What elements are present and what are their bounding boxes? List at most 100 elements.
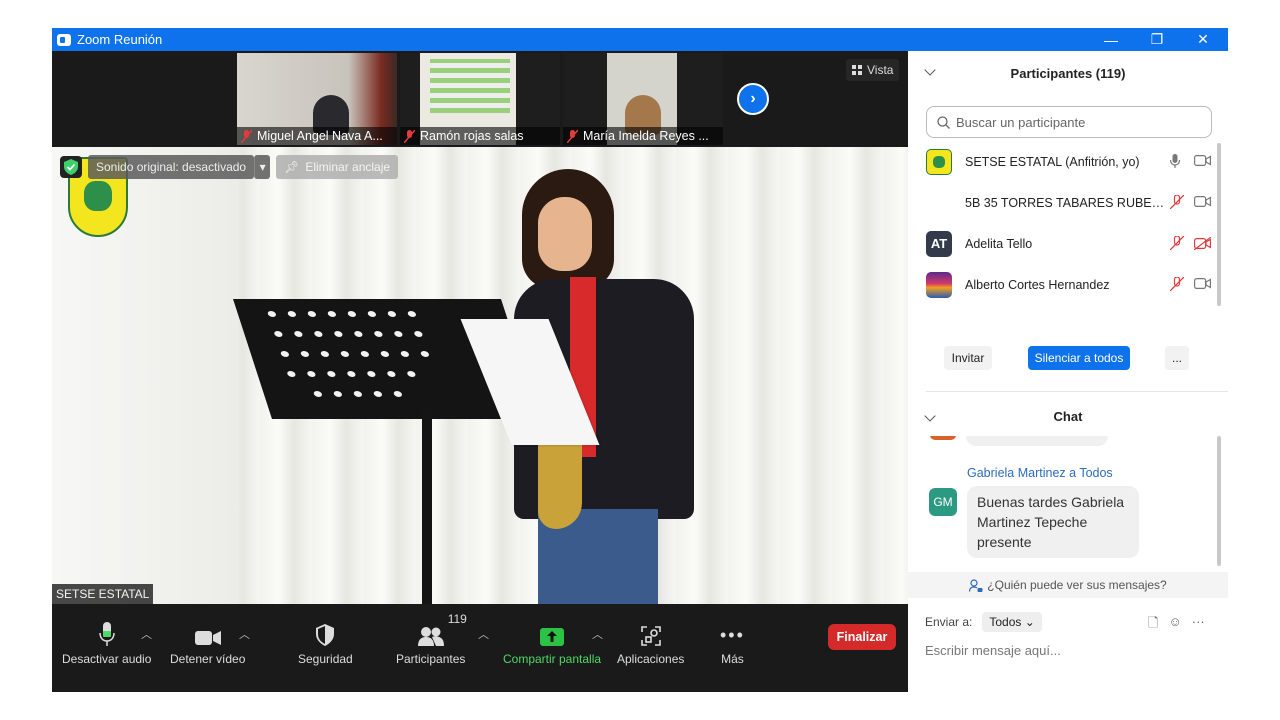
grid-icon	[852, 65, 862, 75]
mic-muted-icon	[404, 129, 415, 143]
more-dots-icon: •••	[720, 625, 745, 645]
apps-icon	[640, 618, 661, 646]
participant-search-input[interactable]: Buscar un participante	[926, 106, 1212, 138]
speaker-name-label: SETSE ESTATAL	[52, 584, 154, 604]
thumbnail-caption: Ramón rojas salas	[400, 127, 560, 145]
close-button[interactable]: ✕	[1180, 28, 1226, 51]
participant-thumbnail[interactable]: Miguel Angel Nava A...	[237, 53, 397, 145]
mic-muted-icon	[1169, 194, 1185, 212]
send-to-label: Enviar a:	[925, 615, 973, 629]
camera-icon	[1194, 155, 1211, 169]
composer-tools: 🗋 ☺ ···	[1148, 614, 1205, 636]
thumbnail-strip: Miguel Angel Nava A... Ramón rojas salas…	[52, 51, 908, 147]
share-options-caret[interactable]: ︿	[592, 626, 603, 642]
emoji-icon[interactable]: ☺	[1168, 614, 1181, 636]
collapse-chevron-icon[interactable]	[924, 410, 936, 422]
active-speaker-video: Sonido original: desactivado ▾ 📌︎ Elimin…	[52, 147, 908, 604]
microphone-icon	[98, 618, 115, 646]
sender-avatar: GM	[929, 488, 957, 516]
camera-icon	[194, 618, 221, 646]
participant-row[interactable]: Alberto Cortes Hernandez	[908, 264, 1228, 305]
stop-video-button[interactable]: Detener vídeo	[170, 618, 245, 666]
chevron-right-icon: ›	[750, 90, 756, 107]
microphone-icon	[1169, 154, 1181, 171]
participant-thumbnail[interactable]: Ramón rojas salas	[400, 53, 560, 145]
message-sender: Gabriela Martinez a Todos	[967, 466, 1113, 480]
camera-icon	[1194, 278, 1211, 292]
restore-button[interactable]: ❐	[1134, 28, 1180, 51]
person-lock-icon	[969, 578, 983, 592]
recipient-value: Todos	[989, 615, 1022, 629]
chat-messages: Gabriela Martinez a Todos GM Buenas tard…	[908, 436, 1228, 576]
view-label: Vista	[867, 63, 894, 77]
chat-title: Chat	[1053, 408, 1083, 424]
security-shield-icon	[60, 156, 82, 178]
send-to-row: Enviar a: Todos ⌄	[925, 611, 1042, 633]
search-icon	[937, 115, 950, 129]
title-bar: Zoom Reunión — ❐ ✕	[52, 28, 1228, 51]
video-controls-overlay: Sonido original: desactivado ▾ 📌︎ Elimin…	[60, 155, 399, 179]
mic-muted-icon	[1169, 235, 1185, 253]
share-screen-button[interactable]: Compartir pantalla	[503, 618, 601, 666]
video-options-caret[interactable]: ︿	[239, 626, 250, 642]
more-options-button[interactable]: ...	[1165, 346, 1189, 370]
participants-count: 119	[447, 612, 467, 626]
participants-button[interactable]: 119 Participantes	[396, 612, 467, 666]
message-bubble: Buenas tardes Gabriela Martinez Tepeche …	[967, 486, 1139, 558]
apps-label: Aplicaciones	[617, 652, 685, 666]
camera-icon	[1194, 196, 1211, 210]
zoom-logo-icon	[57, 33, 71, 46]
end-meeting-button[interactable]: Finalizar	[828, 624, 896, 650]
participants-options-caret[interactable]: ︿	[478, 626, 489, 642]
more-dots-icon[interactable]: ···	[1192, 614, 1205, 636]
invite-button[interactable]: Invitar	[944, 346, 992, 370]
stop-video-label: Detener vídeo	[170, 652, 246, 666]
participant-thumbnail[interactable]: María Imelda Reyes ...	[563, 53, 723, 145]
mute-audio-button[interactable]: Desactivar audio	[62, 618, 151, 666]
avatar	[926, 271, 952, 298]
security-label: Seguridad	[298, 652, 353, 666]
recipient-select[interactable]: Todos ⌄	[982, 612, 1042, 632]
share-screen-label: Compartir pantalla	[503, 652, 602, 666]
apps-button[interactable]: Aplicaciones	[617, 618, 684, 666]
thumbnail-name: Miguel Angel Nava A...	[257, 129, 383, 143]
shield-icon	[316, 618, 335, 646]
chat-scrollbar[interactable]	[1217, 436, 1221, 566]
more-label: Más	[721, 652, 744, 666]
mute-all-button[interactable]: Silenciar a todos	[1028, 346, 1130, 370]
security-button[interactable]: Seguridad	[298, 618, 353, 666]
participant-name: Alberto Cortes Hernandez	[965, 277, 1110, 292]
visibility-label: ¿Quién puede ver sus mensajes?	[987, 578, 1167, 592]
previous-avatar	[930, 436, 956, 440]
view-button[interactable]: Vista	[846, 59, 900, 81]
more-button[interactable]: ••• Más	[720, 618, 745, 666]
thumbnail-caption: Miguel Angel Nava A...	[237, 127, 397, 145]
thumbnail-name: Ramón rojas salas	[420, 129, 524, 143]
participants-scrollbar[interactable]	[1217, 143, 1221, 306]
previous-message-bubble	[966, 436, 1108, 446]
minimize-button[interactable]: —	[1088, 28, 1134, 51]
participant-row[interactable]: SETSE ESTATAL (Anfitrión, yo)	[908, 141, 1228, 182]
next-page-button[interactable]: ›	[737, 83, 769, 115]
audio-options-caret[interactable]: ︿	[141, 626, 152, 642]
zoom-window: Zoom Reunión — ❐ ✕ Miguel Angel Nava A..…	[52, 28, 1228, 692]
chat-message-input[interactable]: Escribir mensaje aquí...	[925, 643, 1061, 658]
side-panel: Participantes (119) Buscar un participan…	[908, 51, 1228, 692]
participant-row[interactable]: 5B 35 TORRES TABARES RUBEN ...	[908, 182, 1228, 223]
message-visibility-link[interactable]: ¿Quién puede ver sus mensajes?	[908, 572, 1228, 598]
file-icon[interactable]: 🗋	[1148, 614, 1158, 636]
classroom-poster	[430, 59, 510, 113]
original-sound-toggle[interactable]: Sonido original: desactivado	[88, 155, 255, 179]
thumbnail-caption: María Imelda Reyes ...	[563, 127, 723, 145]
share-screen-icon	[540, 618, 565, 646]
original-sound-dropdown[interactable]: ▾	[254, 155, 271, 179]
participants-label: Participantes	[396, 652, 466, 666]
caret-down-icon: ▾	[259, 160, 266, 174]
mute-audio-label: Desactivar audio	[62, 652, 152, 666]
unpin-button[interactable]: 📌︎ Eliminar anclaje	[276, 155, 399, 179]
participant-row[interactable]: AT Adelita Tello	[908, 223, 1228, 264]
collapse-chevron-icon[interactable]	[924, 64, 936, 76]
mic-muted-icon	[567, 129, 578, 143]
music-stand	[233, 299, 608, 445]
search-placeholder: Buscar un participante	[956, 114, 1086, 130]
